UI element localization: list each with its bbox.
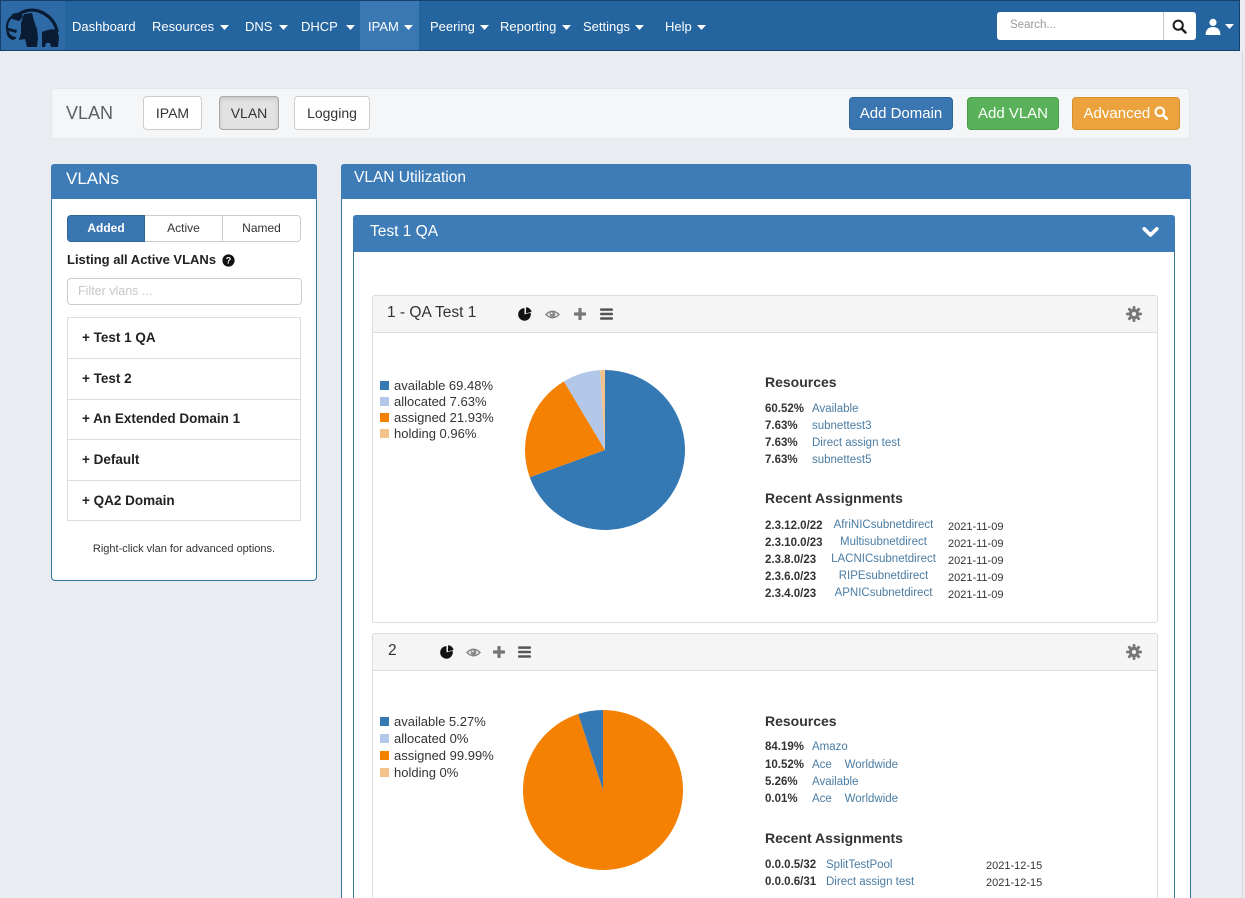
svg-text:?: ?: [225, 255, 231, 265]
